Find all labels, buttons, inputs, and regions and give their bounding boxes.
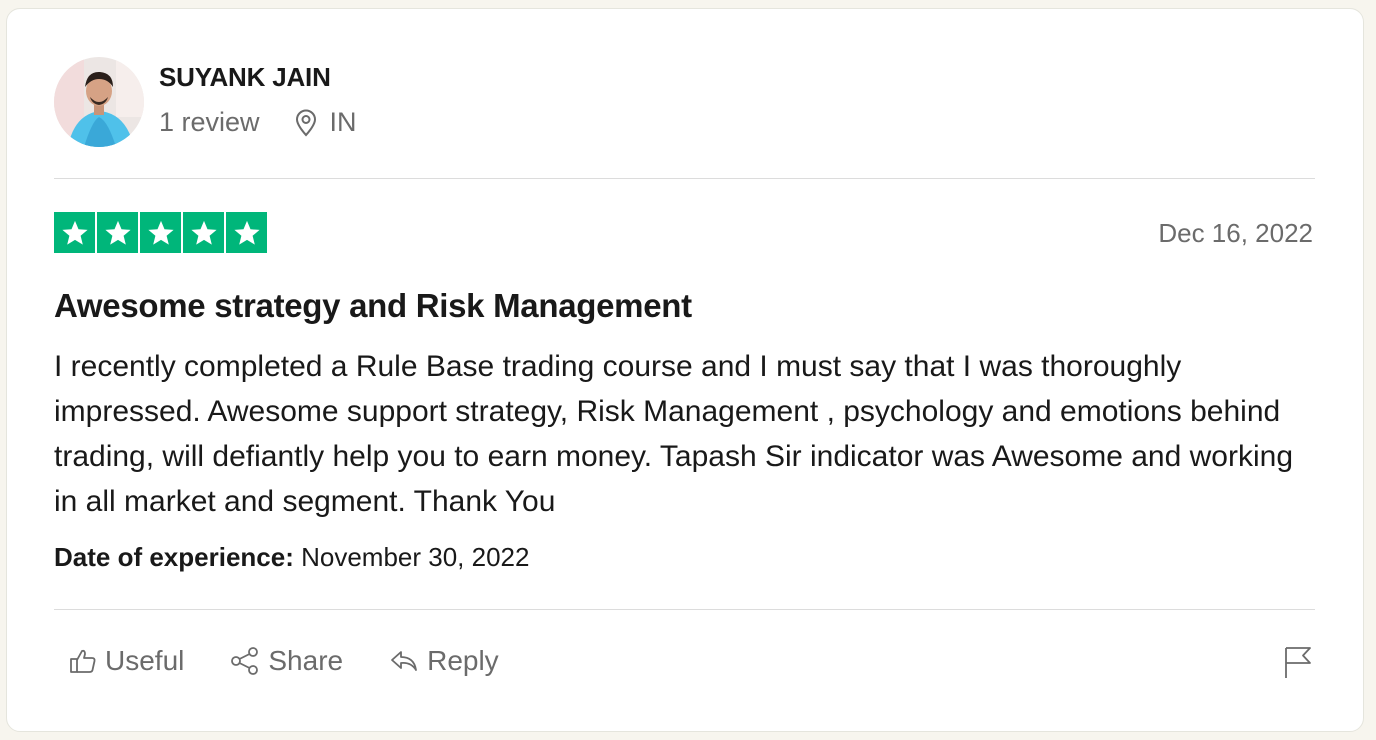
date-of-experience: Date of experience: November 30, 2022 [54,542,529,573]
review-date: Dec 16, 2022 [1158,218,1313,248]
avatar[interactable] [54,57,144,147]
reviewer-name[interactable]: SUYANK JAIN [159,62,331,93]
share-icon [230,647,260,675]
star-icon [97,212,138,253]
review-body: I recently completed a Rule Base trading… [54,350,1294,518]
divider [54,178,1315,179]
divider [54,609,1315,610]
star-icon [54,212,95,253]
share-button[interactable]: Share [230,645,343,677]
thumbs-up-icon [69,647,97,675]
share-label: Share [268,645,344,676]
review-actions: Useful Share Reply [69,645,545,677]
flag-icon[interactable] [1283,645,1313,679]
star-icon [183,212,224,253]
reply-icon [389,648,419,674]
date-of-experience-label: Date of experience: [54,542,294,572]
star-icon [226,212,267,253]
review-card: SUYANK JAIN 1 review IN Dec 16, 2022 Awe… [6,8,1364,732]
reviewer-meta: 1 review IN [159,107,357,138]
useful-button[interactable]: Useful [69,645,184,677]
reply-button[interactable]: Reply [389,645,499,677]
reviewer-location: IN [329,107,357,137]
date-of-experience-value: November 30, 2022 [301,542,530,572]
reply-label: Reply [427,645,499,676]
star-icon [140,212,181,253]
review-count: 1 review [159,107,260,137]
location-pin-icon [294,109,318,137]
useful-label: Useful [105,645,185,676]
star-rating [54,212,267,253]
review-title[interactable]: Awesome strategy and Risk Management [54,287,692,325]
